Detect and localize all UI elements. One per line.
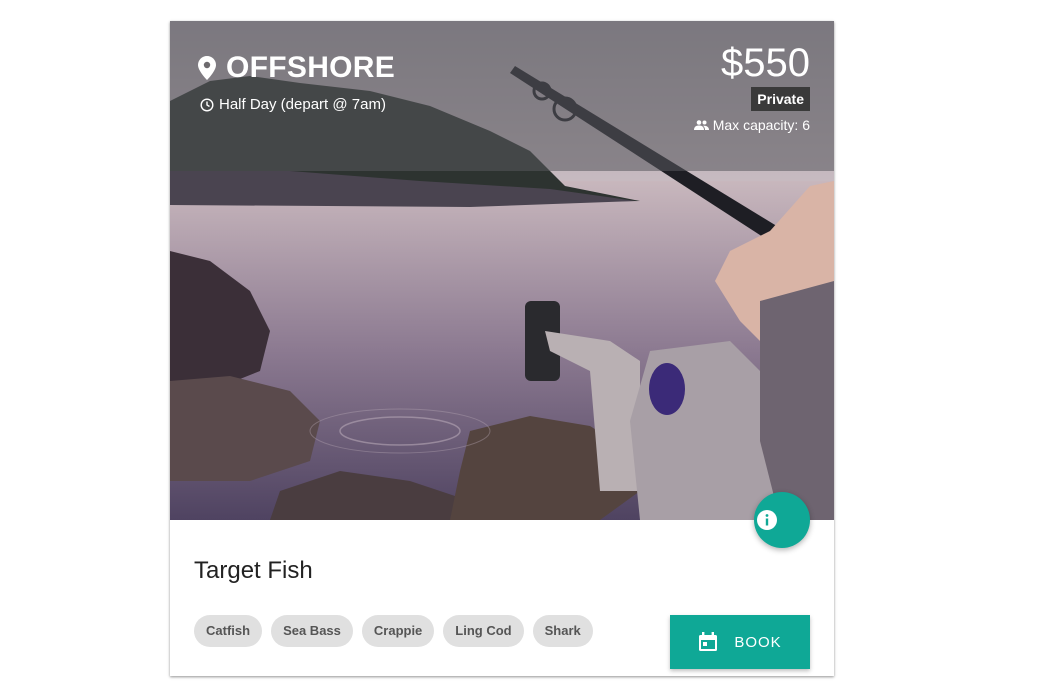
trip-price: $550 (721, 41, 810, 85)
book-label: BOOK (734, 633, 782, 651)
clock-icon (200, 97, 214, 112)
trip-card: OFFSHORE Half Day (depart @ 7am) $550 Pr… (170, 21, 834, 676)
trip-duration: Half Day (depart @ 7am) (219, 96, 386, 113)
trip-photo: OFFSHORE Half Day (depart @ 7am) $550 Pr… (170, 21, 834, 520)
target-fish-title: Target Fish (194, 557, 313, 584)
fish-chip-shark[interactable]: Shark (532, 615, 593, 647)
fish-chip-ling-cod[interactable]: Ling Cod (443, 615, 524, 647)
location-pin-icon (198, 56, 216, 80)
duration-row: Half Day (depart @ 7am) (200, 96, 386, 113)
calendar-icon (699, 632, 718, 651)
info-button[interactable] (754, 492, 810, 548)
fish-chip-list: Catfish Sea Bass Crappie Ling Cod Shark (194, 615, 602, 647)
fish-chip-sea-bass[interactable]: Sea Bass (271, 615, 353, 647)
title-row: OFFSHORE (198, 51, 395, 85)
trip-title: OFFSHORE (226, 51, 396, 84)
max-capacity: Max capacity: 6 (712, 117, 810, 133)
fish-chip-crappie[interactable]: Crappie (361, 615, 435, 647)
fish-chip-catfish[interactable]: Catfish (194, 615, 263, 647)
book-button[interactable]: BOOK (670, 615, 810, 669)
private-badge: Private (751, 87, 810, 111)
people-icon (693, 120, 709, 130)
capacity-row: Max capacity: 6 (693, 117, 810, 133)
info-icon (757, 510, 777, 530)
